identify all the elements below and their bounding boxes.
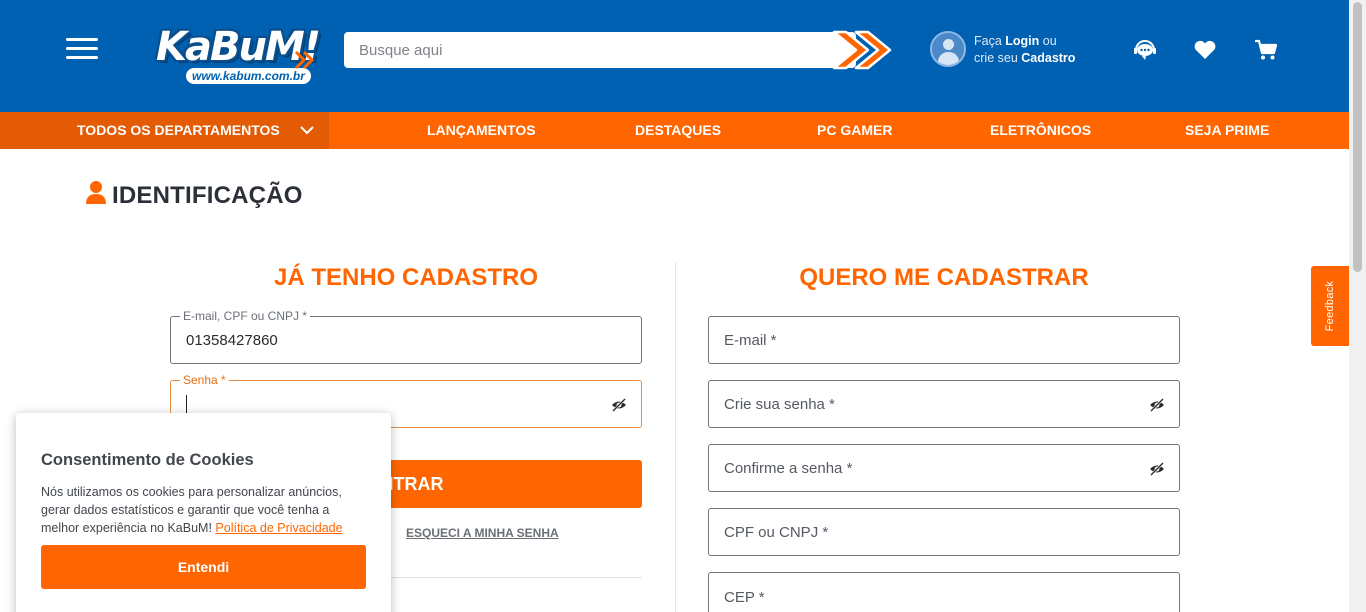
register-confirm-field: [708, 444, 1180, 492]
all-departments-button[interactable]: TODOS OS DEPARTAMENTOS: [0, 112, 329, 149]
register-cep-input[interactable]: [709, 573, 1179, 612]
feedback-label: Feedback: [1324, 280, 1336, 332]
login-register-link[interactable]: Faça Login ou crie seu Cadastro: [930, 31, 1090, 69]
logo-url: www.kabum.com.br: [186, 68, 311, 84]
page-title-text: IDENTIFICAÇÃO: [112, 182, 303, 209]
main-nav: TODOS OS DEPARTAMENTOS LANÇAMENTOS DESTA…: [0, 112, 1349, 149]
text-caret: [186, 395, 187, 415]
login-heading: JÁ TENHO CADASTRO: [273, 264, 538, 291]
login-identifier-field: E-mail, CPF ou CNPJ *: [170, 309, 642, 364]
site-header: KaBuM! www.kabum.com.br Faça Login ou cr…: [0, 0, 1349, 112]
nav-item-destaques[interactable]: DESTAQUES: [635, 112, 721, 149]
login-register-text: Faça Login ou crie seu Cadastro: [974, 34, 1076, 65]
nav-item-seja-prime[interactable]: SEJA PRIME: [1185, 112, 1269, 149]
register-confirm-input[interactable]: [709, 445, 1179, 491]
chevron-down-icon: [300, 126, 314, 135]
privacy-policy-link[interactable]: Política de Privacidade: [215, 521, 342, 535]
eye-off-icon[interactable]: [611, 397, 627, 413]
register-heading: QUERO ME CADASTRAR: [799, 264, 1089, 291]
register-email-field: [708, 316, 1180, 364]
avatar-icon: [930, 31, 966, 67]
search-input[interactable]: [344, 32, 824, 68]
eye-off-icon[interactable]: [1149, 461, 1165, 477]
register-document-input[interactable]: [709, 509, 1179, 555]
scrollbar-thumb[interactable]: [1353, 2, 1362, 272]
cookie-body: Nós utilizamos os cookies para personali…: [41, 483, 371, 537]
eye-off-icon[interactable]: [1149, 397, 1165, 413]
nav-item-lancamentos[interactable]: LANÇAMENTOS: [427, 112, 536, 149]
forgot-password-link[interactable]: ESQUECI A MINHA SENHA: [406, 526, 559, 540]
search-submit-arrow-icon[interactable]: [826, 28, 894, 72]
kabum-logo[interactable]: KaBuM! www.kabum.com.br: [156, 24, 321, 88]
login-divider: [391, 577, 642, 578]
cookie-title: Consentimento de Cookies: [41, 451, 254, 469]
user-icon: [86, 181, 106, 204]
nav-item-eletronicos[interactable]: ELETRÔNICOS: [990, 112, 1091, 149]
heart-icon[interactable]: [1192, 38, 1218, 62]
menu-icon[interactable]: [66, 38, 98, 62]
feedback-tab[interactable]: Feedback: [1311, 266, 1349, 346]
all-departments-label: TODOS OS DEPARTAMENTOS: [77, 122, 280, 138]
column-divider: [675, 262, 676, 612]
support-chat-icon[interactable]: [1132, 38, 1158, 62]
search-bar: [344, 32, 856, 68]
nav-item-pc-gamer[interactable]: PC GAMER: [817, 112, 892, 149]
logo-arrows-icon: [294, 50, 315, 70]
login-identifier-input[interactable]: [171, 317, 641, 363]
register-cep-field: [708, 572, 1180, 612]
cookie-accept-button[interactable]: Entendi: [41, 545, 366, 589]
page-scrollbar[interactable]: [1349, 0, 1366, 612]
register-password-field: [708, 380, 1180, 428]
register-document-field: [708, 508, 1180, 556]
register-password-input[interactable]: [709, 381, 1179, 427]
cookie-consent-dialog: Consentimento de Cookies Nós utilizamos …: [16, 413, 391, 612]
register-email-input[interactable]: [709, 317, 1179, 363]
cart-icon[interactable]: [1253, 38, 1279, 62]
